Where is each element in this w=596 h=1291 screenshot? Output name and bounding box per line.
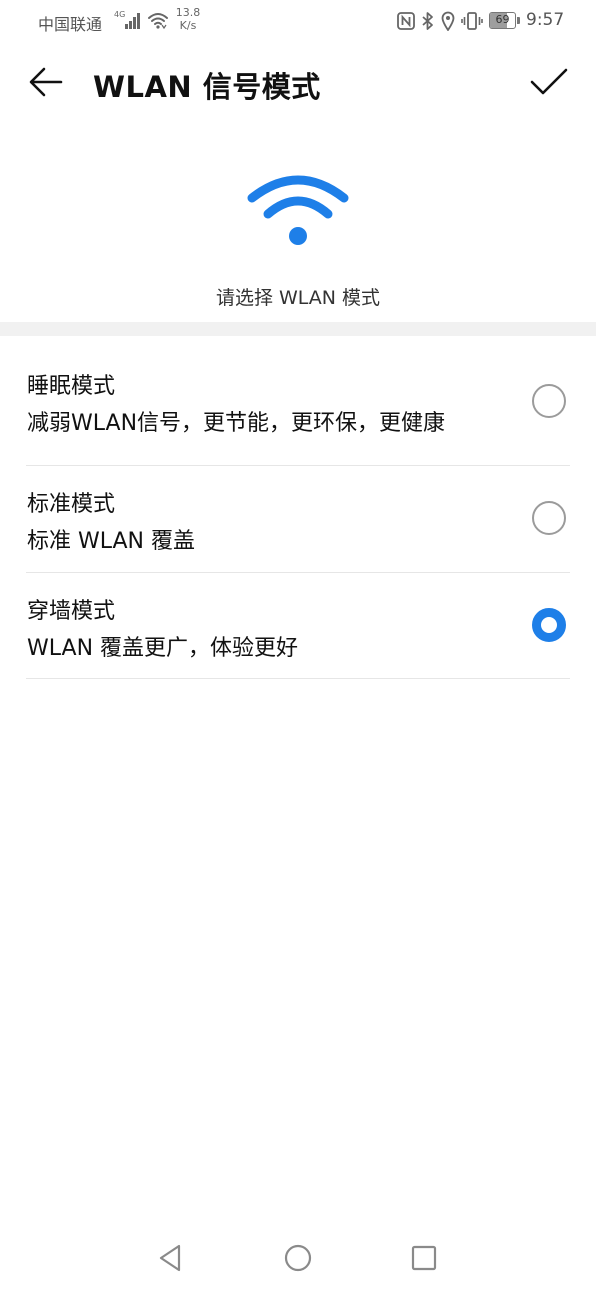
network-speed-unit: K/s <box>179 19 197 32</box>
network-speed: 13.8 K/s <box>173 6 203 32</box>
radio-button[interactable] <box>532 608 566 642</box>
vibrate-icon <box>461 11 483 31</box>
network-speed-value: 13.8 <box>175 6 201 19</box>
mode-option-standard[interactable]: 标准模式 标准 WLAN 覆盖 <box>26 466 570 573</box>
network-type-label: 4G <box>114 10 125 19</box>
nav-back-button[interactable] <box>150 1240 190 1276</box>
section-divider <box>0 322 596 336</box>
navigation-bar <box>0 1226 596 1291</box>
circle-home-icon <box>284 1244 312 1272</box>
clock: 9:57 <box>526 10 565 30</box>
square-recents-icon <box>411 1245 437 1271</box>
radio-button[interactable] <box>532 384 566 418</box>
nav-recents-button[interactable] <box>404 1240 444 1276</box>
back-button[interactable] <box>24 62 68 102</box>
nav-home-button[interactable] <box>278 1240 318 1276</box>
nfc-icon <box>397 12 415 30</box>
mode-title: 穿墙模式 <box>27 599 116 624</box>
mode-title: 睡眠模式 <box>27 374 116 399</box>
mode-title: 标准模式 <box>27 492 116 517</box>
signal-icon: 4G <box>114 10 140 29</box>
mode-option-through-wall[interactable]: 穿墙模式 WLAN 覆盖更广，体验更好 <box>26 573 570 679</box>
status-icons <box>397 9 489 33</box>
battery-icon: 69 <box>489 12 520 29</box>
location-icon <box>441 11 455 31</box>
triangle-back-icon <box>159 1244 181 1272</box>
page-title: WLAN 信号模式 <box>93 70 321 104</box>
select-mode-hint: 请选择 WLAN 模式 <box>215 287 381 309</box>
confirm-button[interactable] <box>526 62 572 102</box>
bluetooth-icon <box>421 11 435 31</box>
carrier-name: 中国联通 <box>38 15 103 34</box>
battery-level: 69 <box>495 13 510 26</box>
wifi-status-icon <box>148 13 168 30</box>
mode-description: WLAN 覆盖更广，体验更好 <box>27 636 299 661</box>
status-bar: 中国联通 4G 13.8 K/s 69 9:57 <box>0 0 596 42</box>
wifi-icon <box>247 175 349 245</box>
arrow-left-icon <box>29 67 63 97</box>
mode-description: 减弱WLAN信号，更节能，更环保，更健康 <box>27 411 446 436</box>
mode-description: 标准 WLAN 覆盖 <box>27 529 196 554</box>
checkmark-icon <box>530 68 568 95</box>
title-bar: WLAN 信号模式 <box>0 42 596 122</box>
radio-button[interactable] <box>532 501 566 535</box>
mode-option-sleep[interactable]: 睡眠模式 减弱WLAN信号，更节能，更环保，更健康 <box>26 336 570 466</box>
